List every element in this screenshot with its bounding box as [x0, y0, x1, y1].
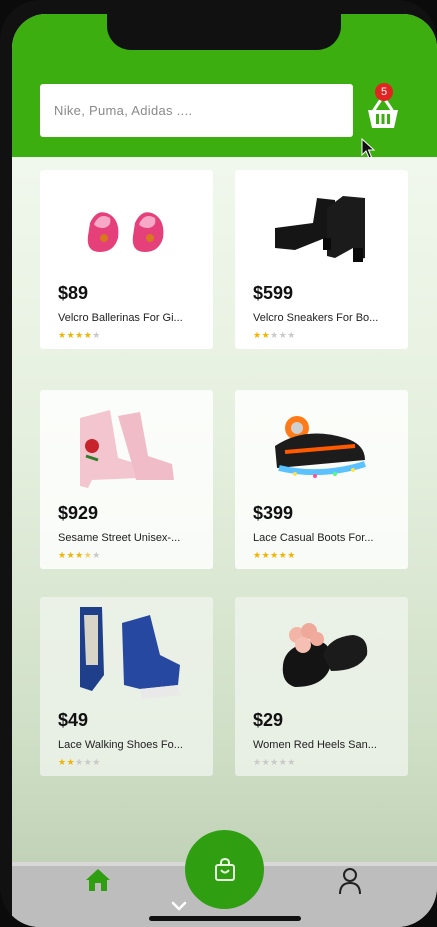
product-card[interactable]: $29 Women Red Heels San... ★★★★★	[235, 597, 408, 776]
product-price: $399	[253, 503, 294, 523]
home-indicator	[149, 916, 301, 921]
product-card[interactable]: $399 Lace Casual Boots For... ★★★★★	[235, 390, 408, 569]
product-name: Velcro Sneakers For Bo...	[253, 312, 379, 324]
rating-stars: ★★★★★	[253, 330, 296, 340]
tab-cart-bag[interactable]	[185, 830, 264, 909]
shopping-bag-icon	[214, 857, 235, 881]
product-name: Sesame Street Unisex-...	[58, 532, 181, 544]
mouse-cursor-icon	[361, 138, 376, 159]
product-price: $29	[253, 710, 284, 730]
rating-stars: ★★★★★	[58, 550, 101, 560]
product-name: Lace Walking Shoes Fo...	[58, 739, 183, 751]
black-flower-sandals-image	[235, 605, 408, 705]
rating-stars: ★★★★★	[58, 330, 101, 340]
pink-floral-boots-image	[40, 398, 213, 498]
black-heeled-boots-image	[235, 178, 408, 278]
pink-ballerina-shoes-image	[40, 178, 213, 278]
product-card[interactable]: $89 Velcro Ballerinas For Gi... ★★★★★	[40, 170, 213, 349]
rating-stars: ★★★★★	[58, 757, 101, 767]
product-card[interactable]: $929 Sesame Street Unisex-... ★★★★★	[40, 390, 213, 569]
profile-icon	[339, 868, 361, 895]
app-screen: 5 $89 Velcro Ballerinas For Gi...	[12, 14, 437, 927]
home-icon	[86, 869, 110, 891]
product-price: $929	[58, 503, 99, 523]
cart-button[interactable]: 5	[364, 83, 400, 128]
product-price: $599	[253, 283, 294, 303]
search-input[interactable]	[40, 84, 353, 137]
product-card[interactable]: $599 Velcro Sneakers For Bo... ★★★★★	[235, 170, 408, 349]
tab-profile[interactable]	[338, 867, 362, 895]
product-name: Lace Casual Boots For...	[253, 532, 374, 544]
blue-denim-boots-image	[40, 605, 213, 705]
device-notch	[107, 14, 341, 50]
cart-count-badge: 5	[375, 83, 393, 101]
rating-stars: ★★★★★	[253, 757, 296, 767]
tab-home[interactable]	[84, 867, 112, 893]
rating-stars: ★★★★★	[253, 550, 296, 560]
product-price: $49	[58, 710, 89, 730]
product-name: Women Red Heels San...	[253, 739, 377, 751]
chevron-down-icon[interactable]	[171, 900, 187, 912]
light-up-roller-sneaker-image	[235, 398, 408, 498]
product-name: Velcro Ballerinas For Gi...	[58, 312, 183, 324]
phone-frame: 5 $89 Velcro Ballerinas For Gi...	[0, 0, 437, 927]
product-price: $89	[58, 283, 89, 303]
basket-icon	[368, 99, 398, 128]
product-card[interactable]: $49 Lace Walking Shoes Fo... ★★★★★	[40, 597, 213, 776]
